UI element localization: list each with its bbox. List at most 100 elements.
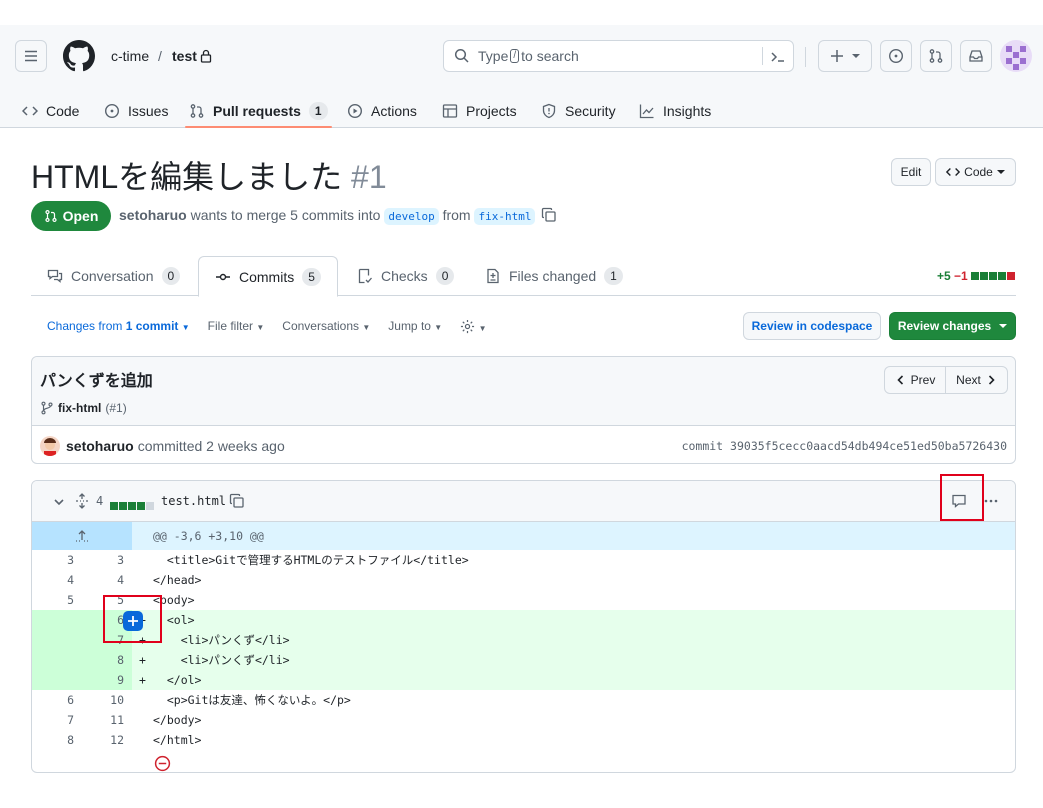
review-in-codespace-label: Review in codespace — [751, 319, 873, 333]
new-line-number[interactable]: 8 — [82, 650, 124, 670]
search-input[interactable]: Type / to search — [443, 40, 794, 72]
tab-checks[interactable]: Checks 0 — [341, 256, 470, 296]
nav-projects[interactable]: Projects — [442, 93, 517, 128]
commit-branch-ref[interactable]: (#1) — [105, 401, 126, 415]
hamburger-icon — [25, 50, 37, 62]
tab-conversation-label: Conversation — [71, 268, 154, 284]
diff-line-added[interactable]: 6+ <ol> — [32, 610, 1015, 630]
new-line-number[interactable]: 4 — [82, 570, 124, 590]
new-line-number[interactable]: 9 — [82, 670, 124, 690]
diff-line-context[interactable]: 6 10 <p>Gitは友達、怖くないよ。</p> — [32, 690, 1015, 710]
play-icon — [347, 103, 363, 118]
review-changes-button[interactable]: Review changes — [889, 312, 1016, 340]
diff-line-added[interactable]: 9 + </ol> — [32, 670, 1015, 690]
menu-button[interactable] — [15, 40, 47, 72]
old-line-number[interactable]: 3 — [32, 550, 74, 570]
nav-insights[interactable]: Insights — [639, 93, 711, 128]
tab-files-changed-label: Files changed — [509, 268, 597, 284]
search-shortcut-key: / — [510, 49, 520, 63]
commit-branch-name[interactable]: fix-html — [58, 401, 101, 415]
highlight-box-add-comment — [103, 595, 162, 643]
new-line-number[interactable]: 3 — [82, 550, 124, 570]
nav-pull-requests[interactable]: Pull requests 1 — [185, 93, 332, 128]
chevron-down-icon[interactable] — [52, 495, 66, 509]
create-new-button[interactable] — [818, 40, 872, 72]
pr-merge-text: wants to merge 5 commits into — [190, 207, 381, 223]
author-avatar[interactable] — [40, 436, 60, 456]
repo-nav: Code Issues Pull requests 1 Actions Proj… — [0, 93, 1043, 128]
tab-commits-count: 5 — [302, 267, 321, 286]
changes-from-dropdown[interactable]: Changes from 1 commit ▼ — [47, 319, 190, 334]
repo-owner-link[interactable]: c-time — [111, 48, 149, 64]
new-line-number[interactable]: 10 — [82, 690, 124, 710]
unfold-icon[interactable] — [75, 493, 89, 509]
hunk-header: @@ -3,6 +3,10 @@ — [32, 522, 1015, 550]
diff-line-context[interactable]: 8 12 </html> — [32, 730, 1015, 750]
code-dropdown-button[interactable]: Code — [935, 158, 1016, 186]
lock-icon — [200, 49, 212, 63]
file-filter-dropdown[interactable]: File filter ▼ — [208, 319, 265, 334]
nav-insights-label: Insights — [663, 102, 712, 119]
new-line-number[interactable]: 11 — [82, 710, 124, 730]
table-icon — [442, 103, 458, 118]
diff-sign: + — [139, 653, 146, 667]
tab-commits[interactable]: Commits 5 — [198, 256, 338, 297]
diff-line-context[interactable]: 5 5 <body> — [32, 590, 1015, 610]
tab-files-changed[interactable]: Files changed 1 — [469, 256, 639, 296]
diff-code: <p>Gitは友達、怖くないよ。</p> — [153, 693, 351, 707]
search-placeholder-pre: Type — [478, 48, 509, 64]
copy-icon[interactable] — [541, 207, 557, 223]
old-line-number[interactable]: 4 — [32, 570, 74, 590]
old-line-number[interactable]: 6 — [32, 690, 74, 710]
tab-conversation[interactable]: Conversation 0 — [31, 256, 196, 296]
prev-commit-button[interactable]: Prev — [884, 366, 946, 394]
repo-name-link[interactable]: test — [172, 48, 197, 64]
search-placeholder-post: to search — [521, 48, 579, 64]
head-branch[interactable]: fix-html — [474, 208, 536, 225]
nav-actions-label: Actions — [371, 102, 417, 119]
edit-button-label: Edit — [900, 165, 922, 179]
file-diff-icon — [487, 268, 499, 284]
commit-info: パンくずを追加 fix-html (#1) Prev Next setoharu… — [31, 356, 1016, 464]
nav-security[interactable]: Security — [541, 93, 616, 128]
git-pull-request-icon — [190, 103, 204, 118]
github-logo-icon[interactable] — [63, 40, 95, 72]
avatar[interactable] — [1000, 40, 1032, 72]
nav-pull-requests-count: 1 — [308, 101, 328, 120]
old-line-number[interactable]: 5 — [32, 590, 74, 610]
base-branch[interactable]: develop — [384, 208, 439, 225]
nav-issues[interactable]: Issues — [104, 93, 168, 128]
commit-author-link[interactable]: setoharuo — [66, 438, 134, 454]
new-line-number[interactable]: 12 — [82, 730, 124, 750]
jump-to-dropdown[interactable]: Jump to ▼ — [388, 319, 442, 334]
triangle-down-icon: ▼ — [362, 323, 371, 332]
diff-line-context[interactable]: 33 <title>Gitで管理するHTMLのテストファイル</title> — [32, 550, 1015, 570]
old-line-number[interactable]: 8 — [32, 730, 74, 750]
diff-line-added[interactable]: 8 + <li>パンくず</li> — [32, 650, 1015, 670]
inbox-button[interactable] — [960, 40, 992, 72]
pull-requests-button[interactable] — [920, 40, 952, 72]
pr-author-link[interactable]: setoharuo — [119, 207, 187, 223]
review-changes-label: Review changes — [897, 319, 992, 333]
edit-button[interactable]: Edit — [891, 158, 931, 186]
nav-actions[interactable]: Actions — [347, 93, 417, 128]
conversations-dropdown[interactable]: Conversations ▼ — [282, 319, 370, 334]
diff-line-added[interactable]: 7 + <li>パンくず</li> — [32, 630, 1015, 650]
no-entry-icon[interactable] — [154, 755, 171, 772]
review-in-codespace-button[interactable]: Review in codespace — [743, 312, 881, 340]
next-label: Next — [956, 373, 981, 387]
file-name[interactable]: test.html — [161, 494, 226, 508]
commit-sha-value[interactable]: 39035f5cecc0aacd54db494ce51ed50ba5726430 — [730, 439, 1007, 453]
issues-button[interactable] — [880, 40, 912, 72]
pr-title-text: HTMLを編集しました — [31, 159, 343, 195]
expand-up-button[interactable] — [32, 522, 132, 550]
kebab-horizontal-icon[interactable] — [983, 493, 999, 509]
next-commit-button[interactable]: Next — [945, 366, 1008, 394]
diff-settings-dropdown[interactable]: ▼ — [460, 319, 486, 334]
command-palette-icon[interactable] — [770, 49, 786, 65]
copy-icon[interactable] — [229, 493, 245, 509]
diff-line-context[interactable]: 4 4 </head> — [32, 570, 1015, 590]
diff-line-context[interactable]: 7 11 </body> — [32, 710, 1015, 730]
old-line-number[interactable]: 7 — [32, 710, 74, 730]
nav-code[interactable]: Code — [22, 93, 79, 128]
